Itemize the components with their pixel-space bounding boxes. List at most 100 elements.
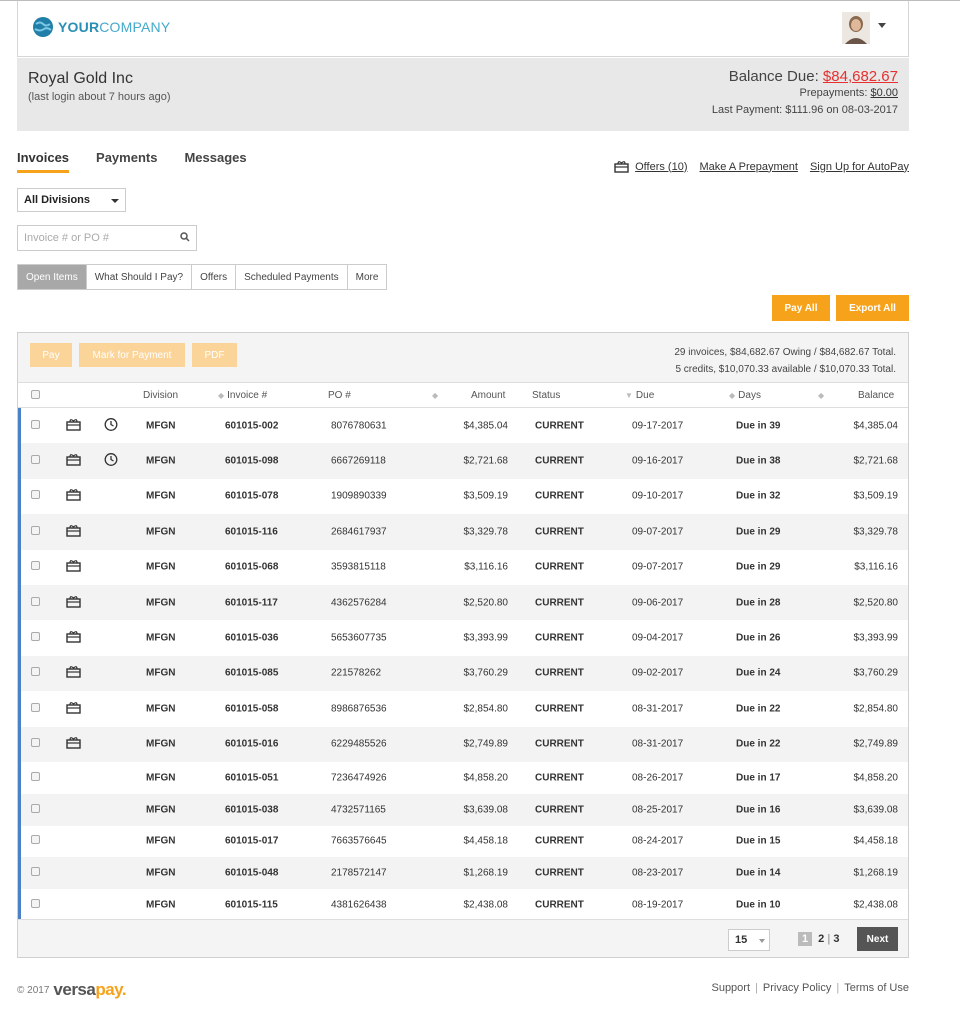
segment-more[interactable]: More [348, 265, 387, 289]
cell-balance: $1,268.19 [853, 867, 899, 879]
gift-icon[interactable] [66, 453, 81, 469]
column-division[interactable]: Division [143, 390, 178, 401]
page-3[interactable]: 3 [833, 933, 839, 945]
table-row[interactable]: MFGN 601015-068 3593815118 $3,116.16 CURRENT… [18, 549, 908, 585]
table-row[interactable]: MFGN 601015-117 4362576284 $2,520.80 CURRENT… [18, 584, 908, 621]
table-row[interactable]: MFGN 601015-115 4381626438 $2,438.08 CURRENT… [18, 889, 908, 921]
cell-invoice: 601015-078 [225, 490, 279, 502]
gift-icon[interactable] [66, 630, 81, 646]
table-row[interactable]: MFGN 601015-098 6667269118 $2,721.68 CURRENT… [18, 443, 908, 479]
offers-link[interactable]: Offers (10) [635, 161, 687, 173]
search-input[interactable]: Invoice # or PO # [17, 225, 197, 251]
cell-balance: $4,458.18 [853, 835, 899, 847]
table-row[interactable]: MFGN 601015-058 8986876536 $2,854.80 CURRENT… [18, 691, 908, 727]
row-checkbox[interactable] [31, 867, 40, 879]
table-row[interactable]: MFGN 601015-002 8076780631 $4,385.04 CURRENT… [18, 408, 908, 444]
balance-due-link[interactable]: $84,682.67 [823, 68, 898, 85]
tab-messages[interactable]: Messages [184, 150, 246, 173]
page-1[interactable]: 1 [798, 932, 813, 946]
privacy-policy-link[interactable]: Privacy Policy [763, 982, 831, 994]
search-icon[interactable] [180, 232, 190, 242]
gift-icon[interactable] [66, 418, 81, 434]
table-row[interactable]: MFGN 601015-078 1909890339 $3,509.19 CURRENT… [18, 478, 908, 515]
tab-invoices[interactable]: Invoices [17, 150, 70, 173]
column-days[interactable]: ◆ Days [729, 390, 761, 401]
user-menu-caret-icon[interactable] [878, 23, 886, 28]
row-checkbox[interactable] [31, 738, 40, 750]
gift-icon [614, 161, 629, 173]
select-all-checkbox[interactable] [31, 390, 40, 402]
clock-icon[interactable] [104, 417, 118, 434]
cell-amount: $2,721.68 [463, 455, 509, 467]
export-all-button[interactable]: Export All [836, 295, 909, 321]
company-logo[interactable]: YOURCOMPANY [32, 16, 170, 38]
gift-icon[interactable] [66, 559, 81, 575]
table-row[interactable]: MFGN 601015-038 4732571165 $3,639.08 CURRENT… [18, 793, 908, 826]
user-avatar[interactable] [842, 12, 870, 44]
row-checkbox[interactable] [31, 702, 40, 715]
next-page-button[interactable]: Next [857, 927, 898, 951]
mark-for-payment-button[interactable]: Mark for Payment [79, 343, 185, 367]
row-checkbox[interactable] [31, 667, 40, 679]
row-checkbox[interactable] [31, 835, 40, 847]
table-header: Division ◆ Invoice # PO # ◆ Amount Status… [18, 383, 908, 408]
column-due[interactable]: ▼ Due [625, 390, 654, 401]
gift-icon[interactable] [66, 524, 81, 540]
column-invoice[interactable]: ◆ Invoice # [218, 390, 267, 401]
account-summary: Royal Gold Inc (last login about 7 hours… [17, 58, 909, 131]
row-checkbox[interactable] [31, 771, 40, 784]
gift-icon[interactable] [66, 701, 81, 717]
row-checkbox[interactable] [31, 803, 40, 816]
division-select[interactable]: All Divisions [17, 188, 126, 212]
column-amount[interactable]: Amount [471, 390, 505, 401]
row-checkbox[interactable] [31, 419, 40, 432]
sort-icon[interactable]: ◆ [432, 390, 441, 401]
segment-what-should-i-pay[interactable]: What Should I Pay? [87, 265, 193, 289]
per-page-select[interactable]: 15 [728, 929, 770, 951]
gift-icon[interactable] [66, 736, 81, 752]
table-row[interactable]: MFGN 601015-051 7236474926 $4,858.20 CURRENT… [18, 761, 908, 794]
table-row[interactable]: MFGN 601015-085 221578262 $3,760.29 CURRENT 0… [18, 655, 908, 692]
versapay-logo-text-b: pay [95, 980, 122, 999]
cell-amount: $2,854.80 [463, 703, 509, 715]
row-checkbox[interactable] [31, 561, 40, 573]
segment-offers[interactable]: Offers [192, 265, 237, 289]
sort-icon[interactable]: ◆ [818, 390, 827, 401]
support-link[interactable]: Support [711, 982, 750, 994]
cell-po: 2178572147 [331, 867, 387, 879]
row-checkbox[interactable] [31, 490, 40, 502]
prepayments-link[interactable]: $0.00 [870, 87, 898, 99]
row-checkbox[interactable] [31, 525, 40, 538]
row-checkbox[interactable] [31, 596, 40, 609]
table-row[interactable]: MFGN 601015-048 2178572147 $1,268.19 CURRENT… [18, 857, 908, 890]
cell-division: MFGN [146, 772, 176, 784]
column-status[interactable]: Status [532, 390, 560, 401]
invoice-summary: 29 invoices, $84,682.67 Owing / $84,682.… [674, 344, 896, 378]
pay-button[interactable]: Pay [30, 343, 72, 367]
pay-all-button[interactable]: Pay All [772, 295, 830, 321]
clock-icon[interactable] [104, 453, 118, 470]
page-2[interactable]: 2 [818, 933, 824, 945]
autopay-link[interactable]: Sign Up for AutoPay [810, 161, 909, 173]
gift-icon[interactable] [66, 488, 81, 504]
cell-days: Due in 16 [736, 804, 781, 816]
column-balance[interactable]: Balance [858, 390, 894, 401]
row-checkbox[interactable] [31, 632, 40, 644]
table-row[interactable]: MFGN 601015-016 6229485526 $2,749.89 CURRENT… [18, 726, 908, 762]
pdf-button[interactable]: PDF [192, 343, 237, 367]
table-row[interactable]: MFGN 601015-116 2684617937 $3,329.78 CURRENT… [18, 514, 908, 550]
make-prepayment-link[interactable]: Make A Prepayment [699, 161, 797, 173]
terms-of-use-link[interactable]: Terms of Use [844, 982, 909, 994]
division-select-value: All Divisions [24, 194, 91, 206]
segment-open-items[interactable]: Open Items [18, 265, 87, 289]
column-po[interactable]: PO # [328, 390, 351, 401]
gift-icon[interactable] [66, 595, 81, 611]
table-row[interactable]: MFGN 601015-017 7663576645 $4,458.18 CURRENT… [18, 825, 908, 858]
table-row[interactable]: MFGN 601015-036 5653607735 $3,393.99 CURRENT… [18, 620, 908, 656]
row-checkbox[interactable] [31, 455, 40, 467]
tab-payments[interactable]: Payments [96, 150, 157, 173]
gift-icon[interactable] [66, 665, 81, 681]
segment-scheduled-payments[interactable]: Scheduled Payments [236, 265, 348, 289]
invoice-rows: MFGN 601015-002 8076780631 $4,385.04 CURRENT… [18, 408, 908, 921]
row-checkbox[interactable] [31, 898, 40, 911]
